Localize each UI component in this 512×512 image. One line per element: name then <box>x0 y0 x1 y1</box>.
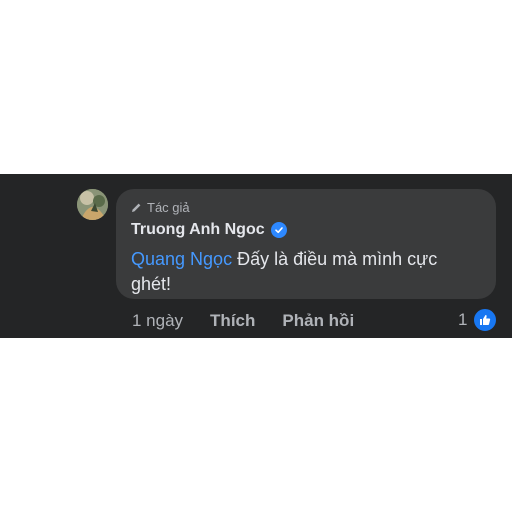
avatar[interactable] <box>77 189 108 220</box>
verified-badge-icon <box>270 222 287 238</box>
author-badge: Tác giả <box>131 198 482 216</box>
reaction-count: 1 <box>458 310 468 329</box>
mention-link[interactable]: Quang Ngọc <box>131 249 232 269</box>
like-reaction-icon <box>472 307 499 333</box>
reaction-summary[interactable]: 1 <box>458 307 499 333</box>
reply-button[interactable]: Phản hồi <box>282 311 354 331</box>
avatar-image <box>77 189 108 220</box>
comment-text: Quang Ngọc Đấy là điều mà mình cực ghét! <box>131 247 471 297</box>
comment-timestamp[interactable]: 1 ngày <box>132 311 183 331</box>
comment-actions: 1 ngày Thích Phản hồi <box>132 309 354 333</box>
comment-bubble: Tác giả Truong Anh Ngoc Quang Ngọc Đấy l… <box>116 189 496 299</box>
pencil-icon <box>131 202 142 213</box>
author-name[interactable]: Truong Anh Ngoc <box>131 221 265 239</box>
like-button[interactable]: Thích <box>210 311 255 331</box>
author-badge-label: Tác giả <box>147 199 190 215</box>
